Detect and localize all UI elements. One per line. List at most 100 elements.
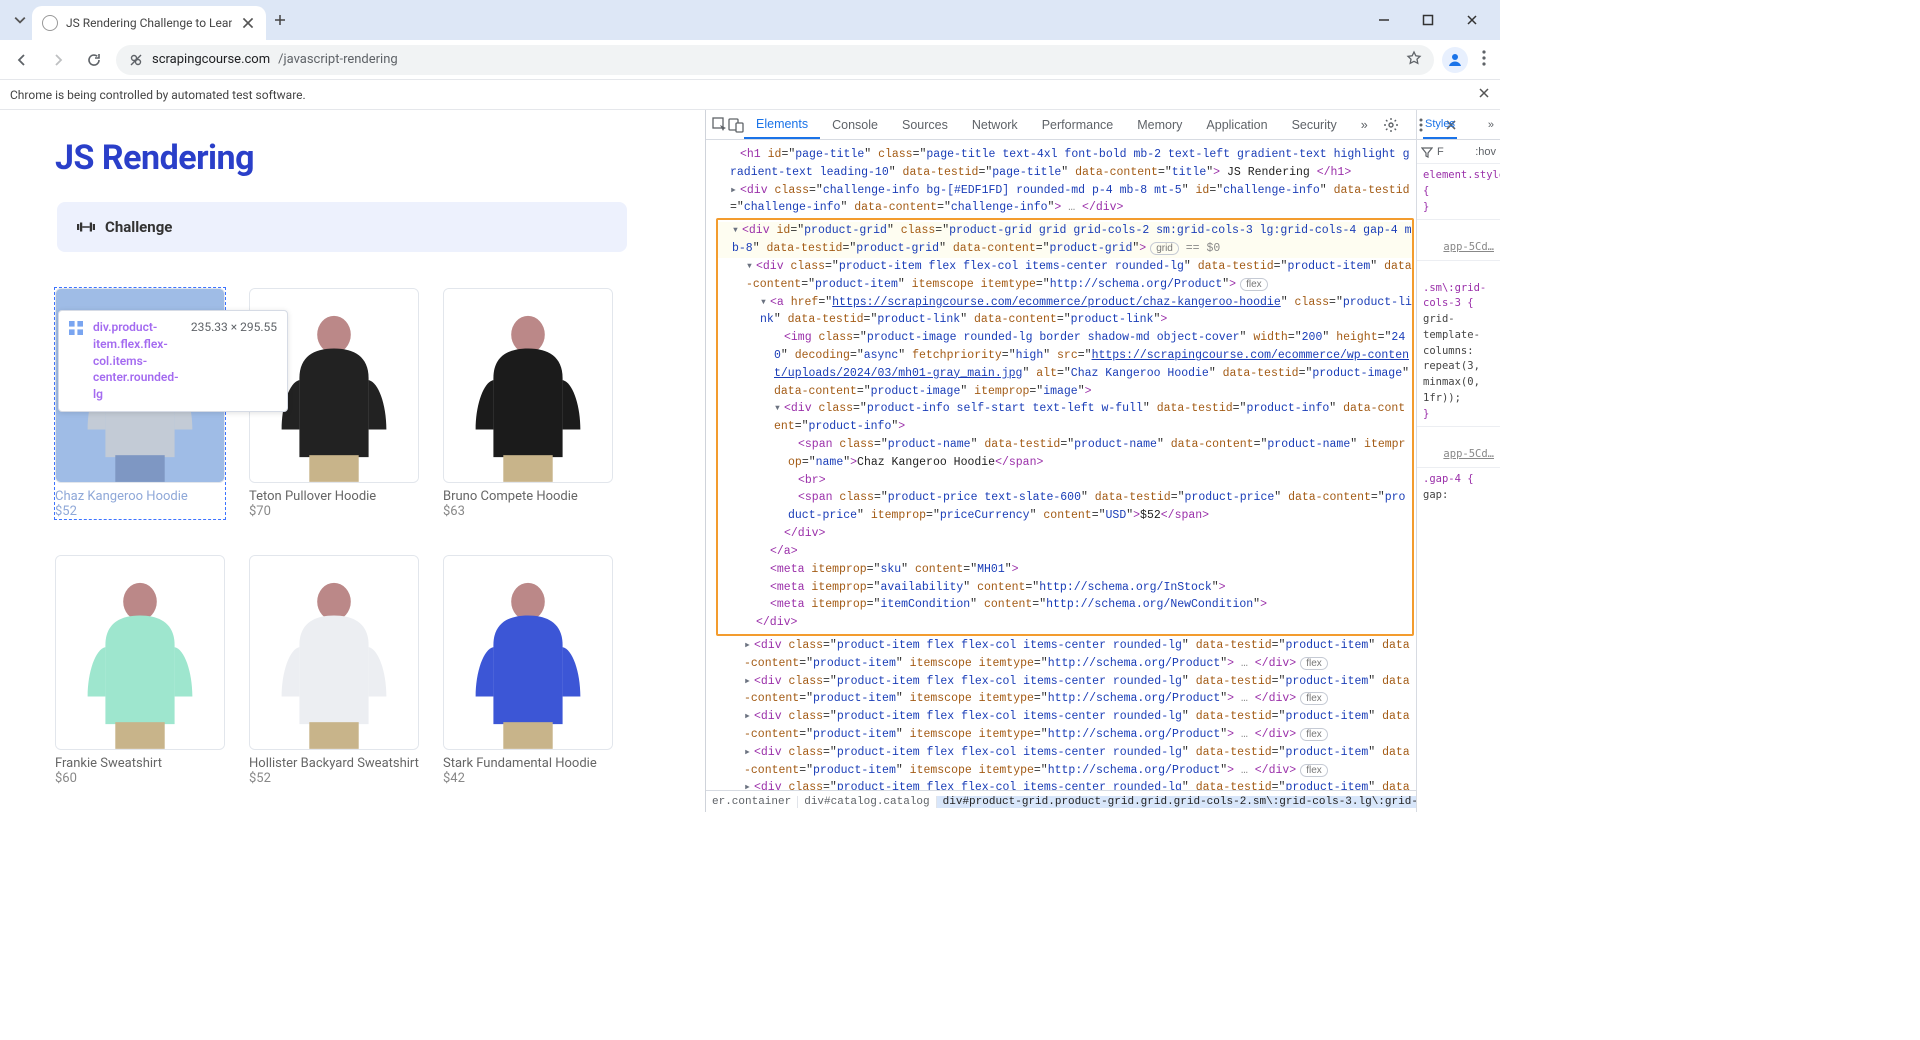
dom-line[interactable]: <br> — [718, 472, 1412, 490]
dom-line[interactable]: ▾<div class="product-item flex flex-col … — [718, 258, 1412, 294]
product-item[interactable]: Stark Fundamental Hoodie $42 — [443, 555, 613, 786]
filter-label[interactable]: F — [1437, 146, 1444, 158]
tab-search-dropdown[interactable] — [8, 8, 32, 32]
product-price: $63 — [443, 504, 613, 519]
devtools-tab-security[interactable]: Security — [1280, 110, 1349, 139]
devtools-tab-network[interactable]: Network — [960, 110, 1030, 139]
breadcrumb-item[interactable]: er.container — [706, 796, 798, 808]
dom-line[interactable]: ▸<div class="product-item flex flex-col … — [716, 673, 1414, 709]
tab-title: JS Rendering Challenge to Lear — [66, 16, 232, 30]
product-price: $52 — [249, 771, 419, 786]
page-viewport[interactable]: JS Rendering Challenge div.product-item.… — [0, 110, 705, 812]
product-image[interactable] — [443, 555, 613, 750]
devtools-more-tabs[interactable]: » — [1349, 110, 1380, 139]
chrome-menu-icon[interactable] — [1476, 50, 1492, 70]
breadcrumb-item[interactable]: div#catalog.catalog — [798, 796, 936, 808]
dom-line[interactable]: ▾<div id="product-grid" class="product-g… — [718, 222, 1412, 258]
device-toggle-icon[interactable] — [728, 117, 744, 133]
breadcrumb-item-selected[interactable]: div#product-grid.product-grid.grid.grid-… — [937, 796, 1416, 808]
dom-line[interactable]: ▸<div class="product-item flex flex-col … — [716, 779, 1414, 790]
product-image[interactable] — [55, 555, 225, 750]
product-price: $42 — [443, 771, 613, 786]
dom-line[interactable]: ▾<a href="https://scrapingcourse.com/eco… — [718, 294, 1412, 330]
dom-line[interactable]: ▸<div class="product-item flex flex-col … — [716, 708, 1414, 744]
style-rule-line[interactable]: .gap-4 { — [1423, 472, 1494, 488]
browser-tab[interactable]: JS Rendering Challenge to Lear — [32, 6, 266, 40]
profile-avatar[interactable] — [1442, 47, 1468, 73]
elements-dom-tree[interactable]: <h1 id="page-title" class="page-title te… — [706, 140, 1416, 790]
devtools-tab-performance[interactable]: Performance — [1030, 110, 1126, 139]
product-name: Chaz Kangeroo Hoodie — [55, 489, 225, 504]
product-image[interactable] — [249, 555, 419, 750]
dom-line[interactable]: <img class="product-image rounded-lg bor… — [718, 329, 1412, 400]
window-minimize-icon[interactable] — [1372, 8, 1396, 32]
dom-line[interactable]: <h1 id="page-title" class="page-title te… — [716, 146, 1414, 182]
dom-line[interactable]: <span class="product-price text-slate-60… — [718, 489, 1412, 525]
devtools-panel[interactable]: ⋯ ElementsConsoleSourcesNetworkPerforman… — [705, 110, 1500, 812]
devtools-tab-elements[interactable]: Elements — [744, 110, 820, 139]
dom-line[interactable]: ▸<div class="challenge-info bg-[#EDF1FD]… — [716, 182, 1414, 218]
filter-icon[interactable] — [1421, 146, 1433, 158]
devtools-settings-icon[interactable] — [1380, 114, 1402, 136]
dom-line[interactable]: ▾<div class="product-info self-start tex… — [718, 400, 1412, 436]
dom-line[interactable]: <span class="product-name" data-testid="… — [718, 436, 1412, 472]
style-rule-line[interactable] — [1423, 224, 1494, 240]
style-rule-line[interactable] — [1423, 265, 1494, 281]
devtools-tabs: ElementsConsoleSourcesNetworkPerformance… — [706, 110, 1416, 140]
style-rule-line[interactable]: } — [1423, 200, 1494, 216]
product-price: $60 — [55, 771, 225, 786]
dom-line[interactable]: </a> — [718, 543, 1412, 561]
site-info-icon[interactable] — [128, 52, 144, 68]
product-name: Hollister Backyard Sweatshirt — [249, 756, 419, 771]
dom-line[interactable]: <meta itemprop="sku" content="MH01"> — [718, 561, 1412, 579]
reload-button[interactable] — [80, 46, 108, 74]
infobar-close-icon[interactable] — [1478, 87, 1490, 102]
style-rule-line[interactable]: app-5Cd… — [1423, 240, 1494, 256]
style-rule-line[interactable]: .sm\:grid-cols-3 { — [1423, 281, 1494, 313]
styles-pane[interactable]: Styles » F :hov element.style {} app-5Cd… — [1416, 110, 1500, 812]
dumbbell-icon — [77, 218, 95, 236]
product-image[interactable] — [443, 288, 613, 483]
new-tab-button[interactable] — [266, 6, 294, 34]
forward-button[interactable] — [44, 46, 72, 74]
url-host: scrapingcourse.com — [152, 52, 270, 67]
product-item[interactable]: Bruno Compete Hoodie $63 — [443, 288, 613, 519]
product-price: $52 — [55, 504, 225, 519]
product-item[interactable]: Hollister Backyard Sweatshirt $52 — [249, 555, 419, 786]
product-item[interactable]: Frankie Sweatshirt $60 — [55, 555, 225, 786]
dom-line[interactable]: <meta itemprop="itemCondition" content="… — [718, 596, 1412, 614]
bookmark-star-icon[interactable] — [1406, 50, 1422, 70]
automation-infobar: Chrome is being controlled by automated … — [0, 80, 1500, 110]
back-button[interactable] — [8, 46, 36, 74]
style-rule-line[interactable]: element.style { — [1423, 168, 1494, 200]
style-rule-line[interactable]: grid-template-columns: repeat(3, minmax(… — [1423, 312, 1494, 407]
highlighted-dom-box: ▾<div id="product-grid" class="product-g… — [716, 218, 1414, 636]
tooltip-selector: div.product-item.flex.flex-col.items-cen… — [93, 319, 181, 403]
dom-line[interactable]: </div> — [718, 614, 1412, 632]
browser-toolbar: scrapingcourse.com/javascript-rendering — [0, 40, 1500, 80]
style-rule-line[interactable]: app-5Cd… — [1423, 447, 1494, 463]
inspect-element-icon[interactable] — [712, 117, 728, 133]
window-maximize-icon[interactable] — [1416, 8, 1440, 32]
style-rule-line[interactable]: } — [1423, 407, 1494, 423]
dom-line[interactable]: </div> — [718, 525, 1412, 543]
dom-line[interactable]: ▸<div class="product-item flex flex-col … — [716, 744, 1414, 780]
devtools-breadcrumb[interactable]: er.container div#catalog.catalog div#pro… — [706, 790, 1416, 812]
dom-line[interactable]: ▸<div class="product-item flex flex-col … — [716, 637, 1414, 673]
window-close-icon[interactable] — [1460, 8, 1484, 32]
devtools-tab-sources[interactable]: Sources — [890, 110, 960, 139]
devtools-tab-console[interactable]: Console — [820, 110, 890, 139]
styles-rules[interactable]: element.style {} app-5Cd… .sm\:grid-cols… — [1417, 164, 1500, 812]
styles-tab[interactable]: Styles — [1423, 110, 1457, 139]
devtools-tab-memory[interactable]: Memory — [1125, 110, 1194, 139]
product-name: Frankie Sweatshirt — [55, 756, 225, 771]
devtools-tab-application[interactable]: Application — [1194, 110, 1279, 139]
styles-more-icon[interactable]: » — [1488, 119, 1494, 131]
dom-line[interactable]: <meta itemprop="availability" content="h… — [718, 579, 1412, 597]
address-bar[interactable]: scrapingcourse.com/javascript-rendering — [116, 45, 1434, 75]
style-rule-line[interactable]: gap: — [1423, 488, 1494, 504]
product-name: Teton Pullover Hoodie — [249, 489, 419, 504]
tab-close-icon[interactable] — [240, 15, 256, 31]
hov-toggle[interactable]: :hov — [1475, 146, 1496, 158]
style-rule-line[interactable] — [1423, 431, 1494, 447]
